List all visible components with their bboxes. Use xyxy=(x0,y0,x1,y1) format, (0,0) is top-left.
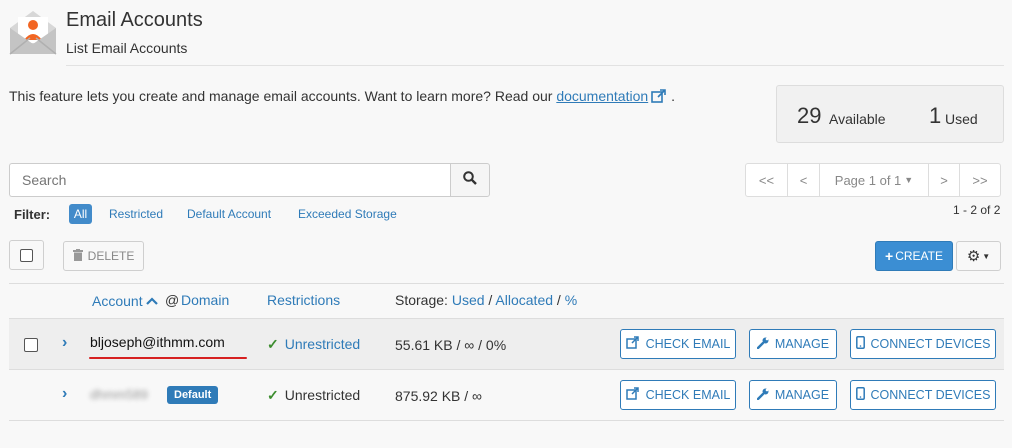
caret-down-icon: ▼ xyxy=(982,251,991,261)
sort-allocated-header[interactable]: Allocated xyxy=(495,292,553,308)
mobile-phone-icon xyxy=(855,336,865,352)
filter-label: Filter: xyxy=(14,207,51,222)
sort-up-icon xyxy=(146,292,159,308)
external-link-icon xyxy=(651,89,667,103)
available-label: Available xyxy=(829,111,886,127)
filter-default-account[interactable]: Default Account xyxy=(187,207,271,221)
delete-button[interactable]: DELETE xyxy=(63,241,144,271)
page-title: Email Accounts xyxy=(66,9,203,31)
check-icon: ✓ xyxy=(267,336,279,352)
annotation-underline xyxy=(89,357,247,359)
at-symbol: @ xyxy=(165,292,180,308)
caret-down-icon: ▼ xyxy=(904,175,914,185)
restriction-link[interactable]: Unrestricted xyxy=(285,336,360,352)
wrench-icon xyxy=(756,337,769,352)
storage-value: 55.61 KB / ∞ / 0% xyxy=(395,337,507,353)
connect-devices-button[interactable]: CONNECT DEVICES xyxy=(850,329,996,359)
manage-button[interactable]: MANAGE xyxy=(749,329,837,359)
external-link-icon xyxy=(625,336,640,352)
pagination-page-select[interactable]: Page 1 of 1 ▼ xyxy=(819,163,929,197)
search-button[interactable] xyxy=(450,163,490,197)
connect-devices-button[interactable]: CONNECT DEVICES xyxy=(850,380,996,410)
default-badge: Default xyxy=(167,386,219,404)
email-accounts-icon xyxy=(8,8,58,56)
plus-icon: + xyxy=(885,248,894,264)
sort-domain-header[interactable]: Domain xyxy=(181,292,229,308)
select-all-checkbox-button[interactable] xyxy=(9,240,44,270)
filter-restricted[interactable]: Restricted xyxy=(109,207,163,221)
result-range: 1 - 2 of 2 xyxy=(953,203,1001,217)
settings-dropdown-button[interactable]: ⚙ ▼ xyxy=(956,241,1001,271)
storage-header: Storage: Used / Allocated / % xyxy=(395,292,578,308)
pagination-first[interactable]: << xyxy=(745,163,788,197)
table-row: › bljoseph@ithmm.com ✓ Unrestricted 55.61… xyxy=(9,319,1004,370)
filter-exceeded-storage[interactable]: Exceeded Storage xyxy=(298,207,397,221)
restriction-status: ✓ Unrestricted xyxy=(267,336,360,353)
restriction-status: ✓ Unrestricted xyxy=(267,387,361,403)
account-email: bljoseph@ithmm.com xyxy=(90,334,225,350)
external-link-icon xyxy=(625,387,640,403)
account-email-blurred: dhmm589 xyxy=(90,387,148,402)
page-subtitle: List Email Accounts xyxy=(66,40,188,56)
sort-used-header[interactable]: Used xyxy=(452,292,485,308)
intro-text: This feature lets you create and manage … xyxy=(9,88,676,104)
expand-chevron-icon[interactable]: › xyxy=(62,334,67,352)
gear-icon: ⚙ xyxy=(966,248,981,265)
check-email-button[interactable]: CHECK EMAIL xyxy=(620,329,736,359)
used-count: 1 xyxy=(929,103,942,128)
used-label: Used xyxy=(945,111,978,127)
expand-chevron-icon[interactable]: › xyxy=(62,385,67,403)
check-icon: ✓ xyxy=(267,387,279,403)
search-input[interactable] xyxy=(9,163,451,197)
create-button[interactable]: + CREATE xyxy=(875,241,953,271)
pagination-next[interactable]: > xyxy=(928,163,960,197)
sort-account-header[interactable]: Account xyxy=(92,292,159,309)
table-row: › dhmm589 Default ✓ Unrestricted 875.92 K… xyxy=(9,370,1004,421)
pagination-last[interactable]: >> xyxy=(959,163,1001,197)
header-divider xyxy=(66,65,1004,66)
trash-icon xyxy=(72,248,83,264)
select-all-checkbox[interactable] xyxy=(20,248,33,262)
mobile-phone-icon xyxy=(855,387,865,403)
available-count: 29 xyxy=(797,103,822,128)
quota-stats-box: 29 Available 1 Used xyxy=(776,85,1004,143)
pagination-prev[interactable]: < xyxy=(787,163,820,197)
filter-all[interactable]: All xyxy=(69,204,92,224)
wrench-icon xyxy=(756,388,769,403)
sort-restrictions-header[interactable]: Restrictions xyxy=(267,292,340,308)
storage-value: 875.92 KB / ∞ xyxy=(395,388,483,404)
sort-percent-header[interactable]: % xyxy=(565,292,577,308)
check-email-button[interactable]: CHECK EMAIL xyxy=(620,380,736,410)
row-checkbox[interactable] xyxy=(24,338,38,352)
manage-button[interactable]: MANAGE xyxy=(749,380,837,410)
documentation-link[interactable]: documentation xyxy=(556,88,648,104)
search-icon xyxy=(463,170,477,190)
